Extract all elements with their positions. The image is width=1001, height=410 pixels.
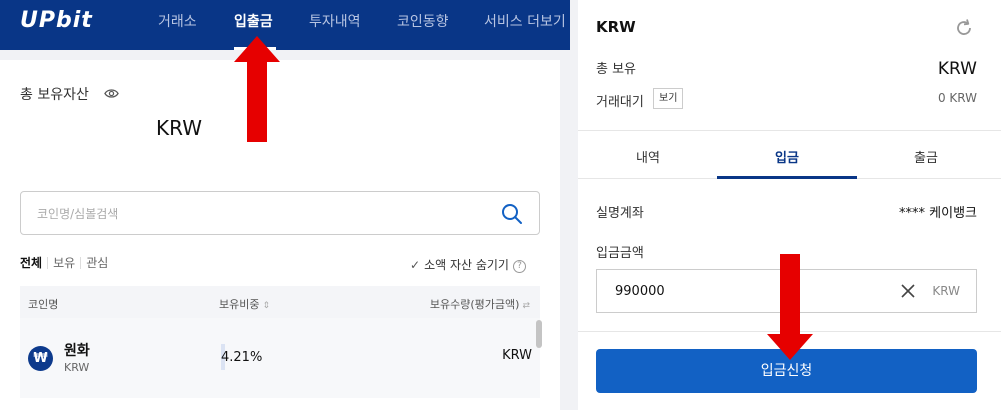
- coin-search-input[interactable]: 코인명/심볼검색: [20, 191, 540, 235]
- screenshot: UPbit 거래소 입출금 투자내역 코인동향 서비스 더보기 총 보유자산 K…: [0, 0, 1001, 410]
- nav-item-deposit-withdraw[interactable]: 입출금: [234, 11, 273, 31]
- nav-item-investments[interactable]: 투자내역: [309, 11, 361, 31]
- won-coin-icon: ₩: [28, 346, 53, 371]
- nav-item-more-services[interactable]: 서비스 더보기: [484, 11, 566, 31]
- hide-small-label: 소액 자산 숨기기: [424, 258, 509, 272]
- col-coin-name: 코인명: [28, 298, 59, 311]
- deposit-amount-value: 990000: [615, 284, 665, 299]
- asset-filters: 전체 보유 관심: [20, 256, 118, 270]
- check-icon: ✓: [410, 258, 421, 272]
- arrow-up-annotation: [234, 36, 280, 142]
- scrollbar-thumb[interactable]: [536, 320, 542, 348]
- col-holding-qty[interactable]: 보유수량(평가금액) ⇄: [430, 296, 530, 312]
- refresh-icon[interactable]: [954, 18, 974, 38]
- divider: [578, 130, 1001, 131]
- tab-history[interactable]: 내역: [578, 147, 718, 166]
- coin-code: KRW: [64, 361, 90, 374]
- total-holding-unit: KRW: [937, 59, 977, 79]
- clear-icon[interactable]: [900, 283, 916, 299]
- coin-name: 원화: [64, 343, 90, 359]
- col-holding-ratio-label: 보유비중: [219, 298, 260, 311]
- search-placeholder: 코인명/심볼검색: [37, 207, 119, 221]
- search-icon[interactable]: [501, 203, 523, 225]
- col-holding-qty-label: 보유수량(평가금액): [429, 298, 520, 311]
- pending-value: 0 KRW: [937, 91, 977, 105]
- total-assets-unit: KRW: [156, 116, 202, 140]
- top-nav: UPbit 거래소 입출금 투자내역 코인동향 서비스 더보기: [0, 0, 570, 50]
- filter-all[interactable]: 전체: [20, 257, 49, 269]
- view-pending-button[interactable]: 보기: [653, 88, 684, 109]
- sort-icon[interactable]: ⇕: [262, 301, 270, 311]
- filter-held[interactable]: 보유: [53, 257, 82, 269]
- total-assets-label: 총 보유자산: [20, 87, 89, 103]
- nav-item-exchange[interactable]: 거래소: [158, 11, 197, 31]
- deposit-currency-title: KRW: [596, 18, 636, 36]
- arrow-down-annotation: [767, 254, 813, 360]
- tab-withdraw[interactable]: 출금: [856, 147, 996, 166]
- real-name-account-value: **** 케이뱅크: [899, 206, 977, 221]
- deposit-amount-label: 입금금액: [596, 246, 644, 261]
- tab-active-underline: [717, 176, 857, 179]
- hide-small-assets-toggle[interactable]: ✓ 소액 자산 숨기기?: [410, 256, 526, 273]
- holding-ratio: 4.21%: [221, 350, 263, 365]
- eye-icon[interactable]: [104, 86, 119, 101]
- holding-qty-unit: KRW: [502, 348, 532, 363]
- filter-favorites[interactable]: 관심: [86, 257, 113, 269]
- upbit-logo[interactable]: UPbit: [20, 8, 93, 33]
- swap-icon[interactable]: ⇄: [522, 301, 530, 311]
- pending-label: 거래대기: [596, 95, 644, 110]
- assets-panel: 총 보유자산 KRW 코인명/심볼검색 전체 보유 관심 ✓ 소액 자산 숨기기? 코…: [0, 60, 560, 410]
- nav-item-coin-trends[interactable]: 코인동향: [397, 11, 449, 31]
- total-holding-label: 총 보유: [596, 62, 637, 77]
- deposit-amount-unit: KRW: [932, 284, 960, 298]
- real-name-account-label: 실명계좌: [596, 206, 644, 221]
- table-row[interactable]: ₩ 원화 KRW 4.21% KRW: [20, 318, 542, 398]
- holdings-table-header: 코인명 보유비중 ⇕ 보유수량(평가금액) ⇄: [20, 286, 540, 318]
- help-icon[interactable]: ?: [512, 260, 526, 273]
- col-holding-ratio[interactable]: 보유비중 ⇕: [219, 296, 270, 312]
- tab-deposit[interactable]: 입금: [717, 147, 857, 166]
